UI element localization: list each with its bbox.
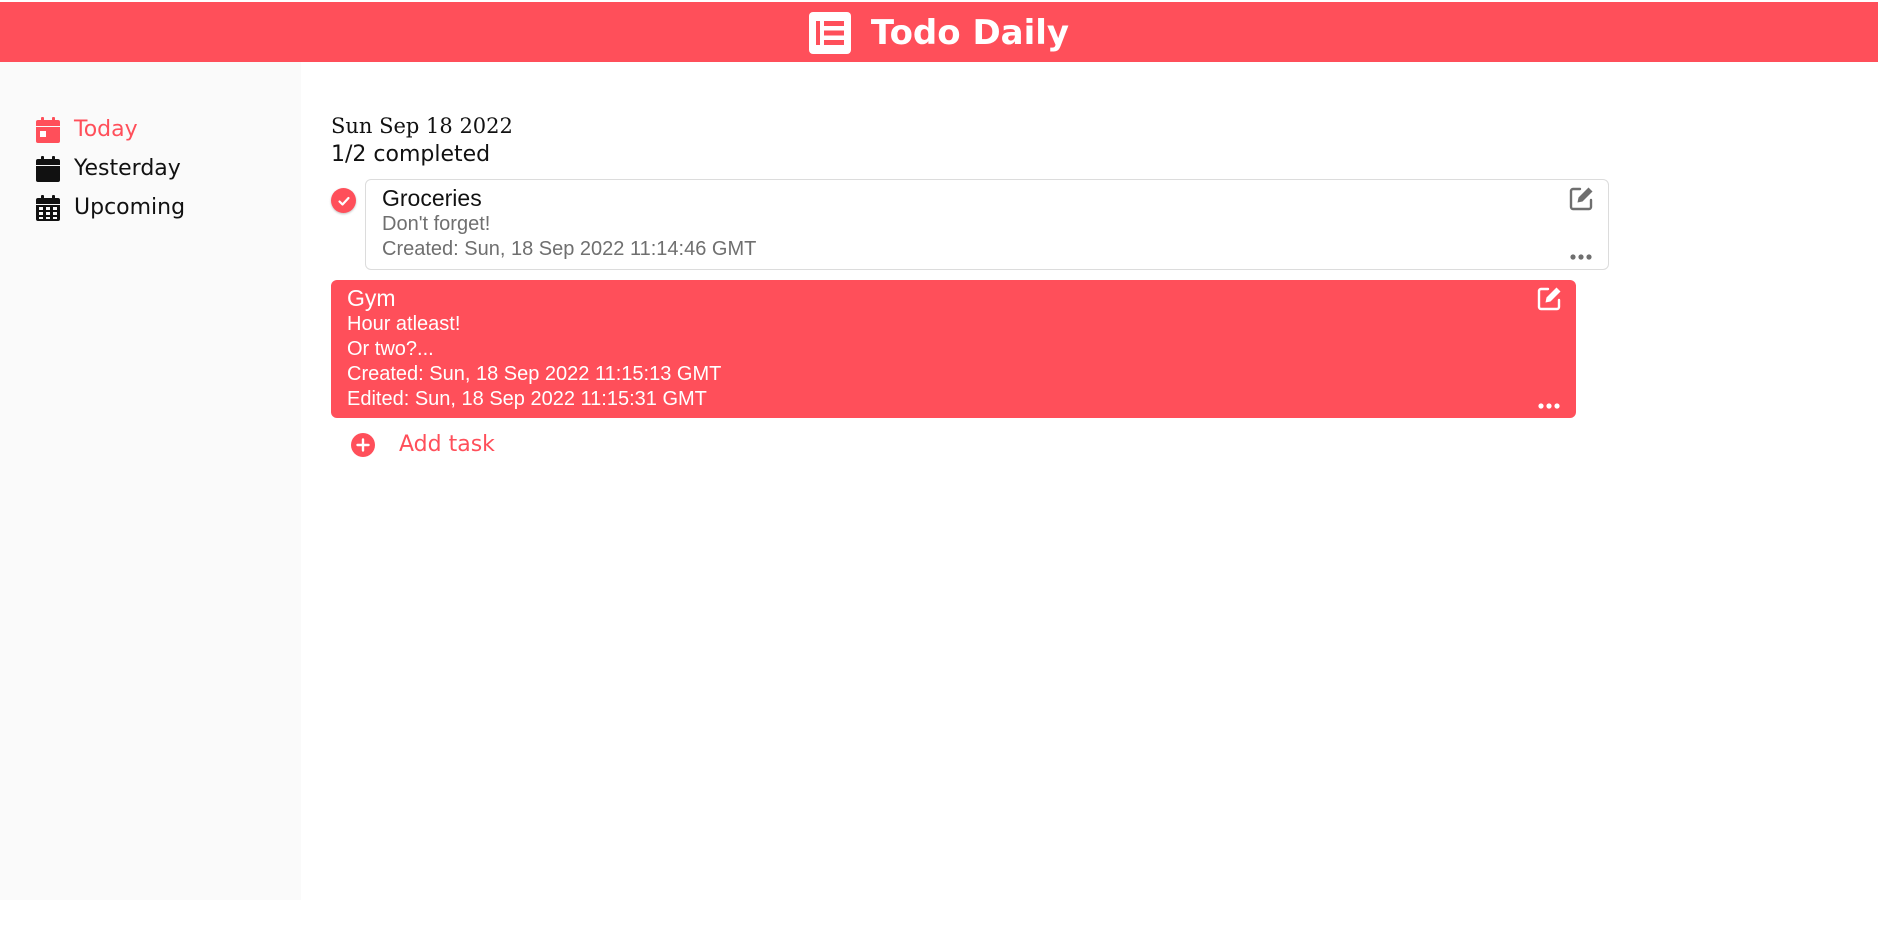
plus-circle-icon [351,432,375,457]
sidebar-item-yesterday[interactable]: Yesterday [0,149,301,188]
app-title: Todo Daily [870,13,1070,53]
task-title: Gym [347,285,396,311]
task-card[interactable]: Groceries Don't forget! Created: Sun, 18… [365,179,1609,270]
task-complete-checkbox[interactable] [331,188,356,213]
calendar-day-icon [36,116,60,143]
calendar-icon [36,155,60,182]
sidebar-item-label: Today [74,117,138,142]
app-root: Todo Daily Today Yesterday Upcoming Sun … [0,0,1878,932]
task-created: Created: Sun, 18 Sep 2022 11:15:13 GMT [347,363,722,385]
task-description-line: Hour atleast! [347,313,461,335]
more-options-icon[interactable] [1570,253,1592,261]
sidebar-item-upcoming[interactable]: Upcoming [0,188,301,227]
app-header: Todo Daily [0,2,1878,62]
task-edited: Edited: Sun, 18 Sep 2022 11:15:31 GMT [347,388,707,410]
add-task-label: Add task [399,432,495,457]
add-task-button[interactable]: Add task [351,432,495,457]
edit-icon[interactable] [1569,186,1594,211]
task-description-line: Don't forget! [382,213,491,235]
task-card[interactable]: Gym Hour atleast! Or two?... Created: Su… [331,280,1576,418]
sidebar-item-today[interactable]: Today [0,110,301,149]
more-options-icon[interactable] [1538,402,1560,410]
date-heading: Sun Sep 18 2022 [331,114,513,138]
sidebar-item-label: Upcoming [74,195,186,220]
brand[interactable]: Todo Daily [808,12,1070,54]
sidebar: Today Yesterday Upcoming [0,62,301,900]
edit-icon[interactable] [1537,286,1562,311]
progress-text: 1/2 completed [331,142,491,167]
check-icon [337,196,350,206]
task-created: Created: Sun, 18 Sep 2022 11:14:46 GMT [382,238,757,260]
sidebar-item-label: Yesterday [74,156,181,181]
task-description-line: Or two?... [347,338,434,360]
calendar-grid-icon [36,194,60,221]
task-title: Groceries [382,185,482,211]
list-icon [808,12,851,54]
